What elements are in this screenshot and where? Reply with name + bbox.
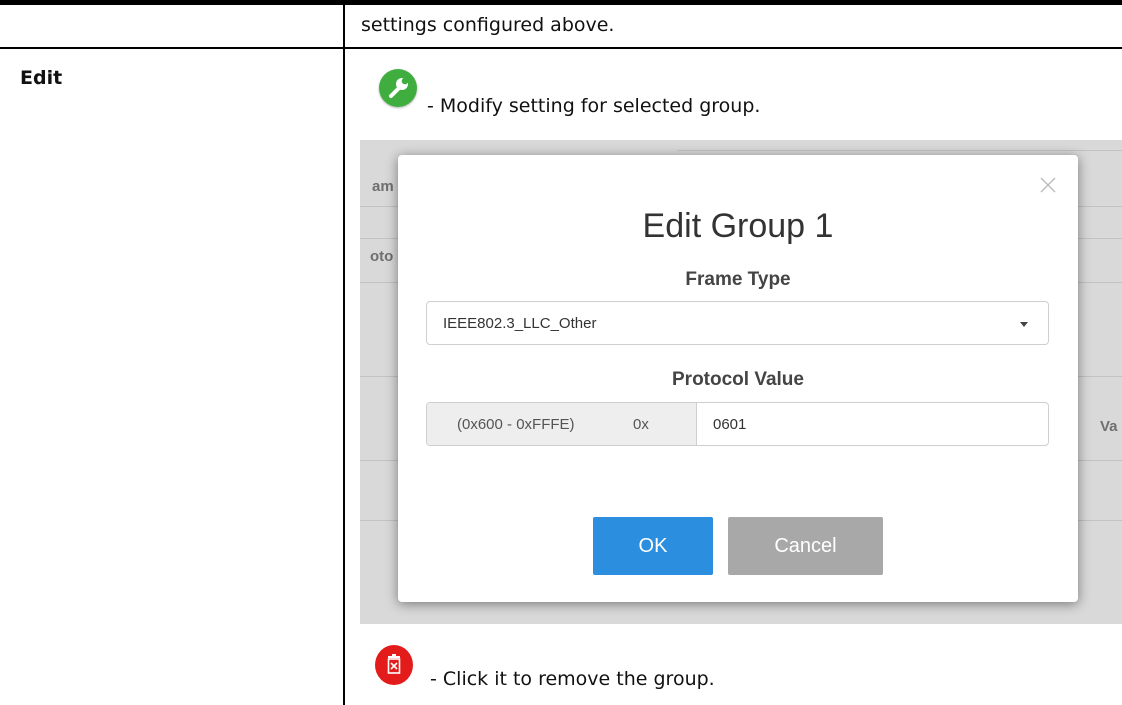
previous-row-text: settings configured above. [361, 14, 615, 36]
edit-group-dialog: Edit Group 1 Frame Type IEEE802.3_LLC_Ot… [398, 155, 1078, 602]
delete-description: - Click it to remove the group. [430, 668, 715, 690]
cancel-button[interactable]: Cancel [728, 517, 883, 575]
protocol-value-input[interactable]: 0601 [713, 416, 746, 433]
ok-button[interactable]: OK [593, 517, 713, 575]
table-top-border [0, 0, 1122, 5]
close-icon[interactable] [1038, 175, 1058, 195]
table-column-divider [343, 5, 345, 705]
frame-type-value: IEEE802.3_LLC_Other [443, 315, 597, 332]
wrench-icon [379, 69, 417, 107]
edit-description: - Modify setting for selected group. [427, 95, 761, 117]
dialog-screenshot: am oto Va Edit Group 1 Frame Type IEEE80… [360, 140, 1122, 624]
frame-type-select[interactable]: IEEE802.3_LLC_Other [426, 301, 1049, 345]
protocol-range-addon: (0x600 - 0xFFFE) 0x [427, 403, 697, 445]
protocol-prefix: 0x [633, 416, 649, 433]
frame-type-label: Frame Type [685, 269, 791, 290]
protocol-value-label: Protocol Value [672, 369, 804, 390]
background-fragment: Va [1100, 418, 1118, 435]
trash-icon [375, 645, 413, 685]
chevron-down-icon [1020, 322, 1028, 327]
background-fragment: am [372, 178, 394, 195]
protocol-range: (0x600 - 0xFFFE) [457, 416, 575, 433]
row-label-edit: Edit [20, 67, 63, 89]
dialog-title: Edit Group 1 [642, 207, 834, 245]
background-fragment: oto [370, 248, 394, 265]
table-row-divider [0, 47, 1122, 49]
protocol-value-group: (0x600 - 0xFFFE) 0x 0601 [426, 402, 1049, 446]
